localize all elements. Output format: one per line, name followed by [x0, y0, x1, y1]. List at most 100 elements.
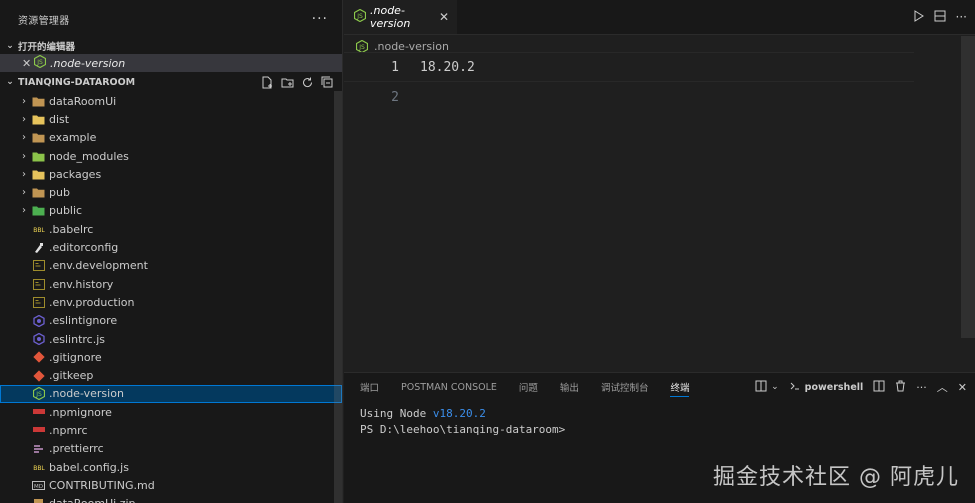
bottom-panel: 端口 POSTMAN CONSOLE 问题 输出 调试控制台 终端 ⌄ powe…: [344, 372, 975, 503]
git-icon: [32, 351, 45, 364]
sidebar-scrollbar[interactable]: [334, 91, 342, 503]
chevron-down-icon[interactable]: ⌄: [771, 382, 779, 392]
more-actions-icon[interactable]: ···: [312, 11, 328, 27]
panel-actions: ⌄ powershell ··· ︿ ✕: [755, 379, 967, 395]
tree-item-label: example: [49, 131, 97, 145]
close-icon[interactable]: ✕: [22, 57, 34, 70]
svg-text:BBL: BBL: [33, 227, 45, 233]
editor-scrollbar[interactable]: [961, 36, 975, 338]
tree-item-label: .prettierrc: [49, 442, 104, 456]
close-panel-icon[interactable]: ✕: [958, 381, 967, 394]
maximize-panel-icon[interactable]: ︿: [937, 379, 948, 395]
tree-item-label: .editorconfig: [49, 241, 119, 255]
workspace-title: TIANQING-DATAROOM: [18, 76, 136, 88]
tab-terminal[interactable]: 终端: [670, 373, 690, 401]
npm-icon: [32, 424, 45, 437]
tree-file[interactable]: .editorconfig: [0, 238, 342, 256]
tree-folder[interactable]: › public: [0, 202, 342, 220]
more-actions-icon[interactable]: ···: [956, 10, 967, 25]
chevron-right-icon: ›: [22, 132, 26, 144]
tree-item-label: public: [49, 204, 83, 218]
open-editors-section[interactable]: ⌄ 打开的编辑器: [0, 38, 342, 54]
close-tab-icon[interactable]: ✕: [439, 10, 449, 24]
tree-file[interactable]: .env.history: [0, 275, 342, 293]
terminal-text: Using Node: [360, 407, 433, 420]
terminal-line: Using Node v18.20.2: [360, 406, 975, 422]
split-terminal-icon[interactable]: [873, 380, 885, 395]
tree-folder[interactable]: › example: [0, 129, 342, 147]
folder-dist-icon: [32, 113, 45, 126]
terminal-prompt: PS D:\leehoo\tianqing-dataroom>: [360, 423, 566, 436]
more-actions-icon[interactable]: ···: [916, 381, 927, 394]
new-file-icon[interactable]: [260, 75, 274, 89]
tree-item-label: dataRoomUi: [49, 94, 117, 108]
tree-file[interactable]: JS .node-version: [0, 384, 342, 404]
tree-file[interactable]: dataRoomUi.zip: [0, 495, 342, 503]
tree-item-label: dataRoomUi.zip: [49, 497, 136, 503]
tab-postman-console[interactable]: POSTMAN CONSOLE: [401, 373, 497, 401]
svg-text:JS: JS: [358, 44, 365, 51]
tree-item-label: .gitkeep: [49, 369, 94, 383]
workspace-section[interactable]: ⌄ TIANQING-DATAROOM: [0, 72, 342, 92]
chevron-right-icon: ›: [22, 113, 26, 125]
tree-folder[interactable]: › node_modules: [0, 147, 342, 165]
folder-node-icon: [32, 150, 45, 163]
run-icon[interactable]: [913, 10, 924, 25]
terminal-output[interactable]: Using Node v18.20.2 PS D:\leehoo\tianqin…: [344, 401, 975, 438]
tab-label: .node-version: [370, 4, 411, 30]
eslint-icon: [32, 314, 45, 327]
tree-file[interactable]: .prettierrc: [0, 440, 342, 458]
tree-item-label: .npmignore: [49, 405, 112, 419]
tree-folder[interactable]: › dist: [0, 110, 342, 128]
editor-tab-node-version[interactable]: JS .node-version ✕: [344, 0, 457, 34]
folder-icon: [32, 131, 45, 144]
refresh-icon[interactable]: [300, 75, 314, 89]
tree-file[interactable]: BBL babel.config.js: [0, 458, 342, 476]
tree-item-label: pub: [49, 186, 70, 200]
open-editor-item[interactable]: ✕ JS .node-version: [0, 54, 342, 72]
tree-folder[interactable]: › pub: [0, 183, 342, 201]
line-number: 2: [391, 89, 399, 105]
code-line[interactable]: 1 18.20.2: [344, 52, 914, 82]
tree-folder[interactable]: › packages: [0, 165, 342, 183]
tree-file[interactable]: .npmignore: [0, 403, 342, 421]
tree-folder[interactable]: › dataRoomUi: [0, 92, 342, 110]
svg-text:BBL: BBL: [33, 465, 45, 471]
zip-icon: [32, 497, 45, 503]
tree-file[interactable]: BBL .babelrc: [0, 220, 342, 238]
chevron-right-icon: ›: [22, 150, 26, 162]
code-editor[interactable]: 1 18.20.2 2: [344, 52, 975, 112]
breadcrumb-file: .node-version: [374, 39, 449, 53]
new-folder-icon[interactable]: [280, 75, 294, 89]
terminal-icon: [789, 380, 801, 395]
npm-icon: [32, 406, 45, 419]
tree-file[interactable]: .eslintrc.js: [0, 330, 342, 348]
trash-icon[interactable]: [895, 380, 906, 395]
split-editor-icon[interactable]: [934, 10, 946, 25]
tab-debug-console[interactable]: 调试控制台: [601, 373, 649, 401]
tree-file[interactable]: .env.production: [0, 293, 342, 311]
tree-file[interactable]: .npmrc: [0, 421, 342, 439]
tree-file[interactable]: MD CONTRIBUTING.md: [0, 476, 342, 494]
collapse-all-icon[interactable]: [320, 75, 334, 89]
tree-file[interactable]: .gitkeep: [0, 366, 342, 384]
tab-problems[interactable]: 问题: [519, 373, 538, 401]
nodejs-icon: JS: [33, 54, 47, 71]
env-icon: [32, 259, 45, 272]
tree-item-label: dist: [49, 112, 70, 126]
folder-public-icon: [32, 204, 45, 217]
line-text: 18.20.2: [420, 59, 475, 75]
tree-file[interactable]: .eslintignore: [0, 312, 342, 330]
tree-item-label: .env.production: [49, 295, 135, 309]
chevron-down-icon: ⌄: [6, 41, 14, 51]
tree-item-label: .babelrc: [49, 222, 94, 236]
chevron-down-icon: ⌄: [6, 77, 14, 87]
tree-file[interactable]: .gitignore: [0, 348, 342, 366]
shell-label[interactable]: powershell: [805, 382, 864, 393]
tree-file[interactable]: .env.development: [0, 257, 342, 275]
tab-ports[interactable]: 端口: [360, 373, 379, 401]
layout-icon[interactable]: [755, 380, 767, 395]
folder-packages-icon: [32, 168, 45, 181]
tab-output[interactable]: 输出: [560, 373, 579, 401]
code-line[interactable]: 2: [344, 82, 975, 112]
